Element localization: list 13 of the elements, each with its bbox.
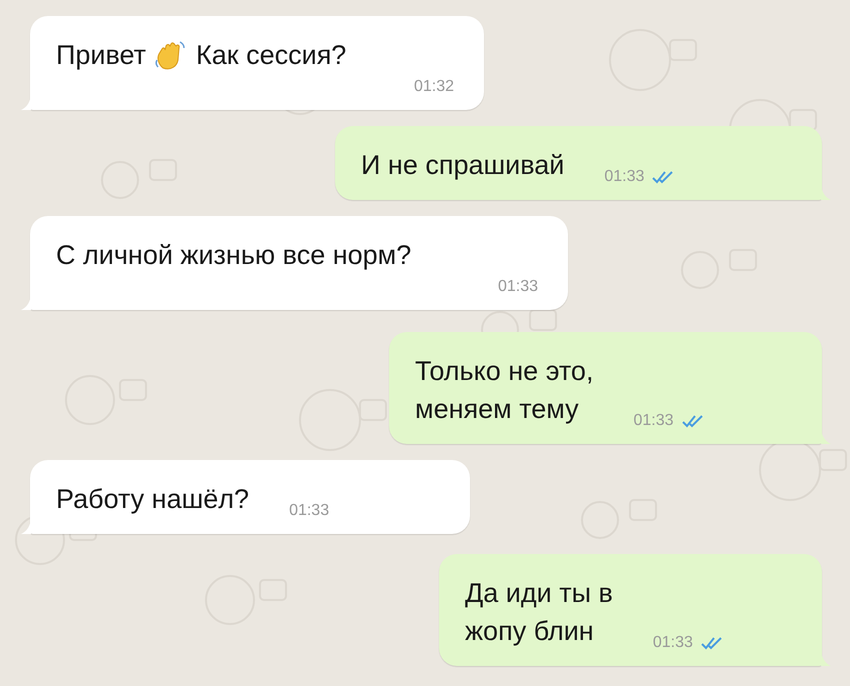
message-time: 01:33 [604,168,644,186]
message-text: И не спрашивай [361,149,564,182]
message-text: Работу нашёл? [56,483,250,516]
message-time: 01:33 [289,502,330,520]
message-time: 01:33 [633,412,674,430]
message-time: 01:33 [498,278,538,296]
message-text: Да иди ты в жопу блин [465,577,613,648]
message-text: Только не это, меняем тему [415,355,594,426]
message-text: С личной жизнью все норм? [56,239,412,272]
message-time: 01:32 [414,78,454,96]
message-text: Как сессия? [196,39,346,72]
message-text: Привет [56,39,146,72]
message-time: 01:33 [652,634,693,652]
